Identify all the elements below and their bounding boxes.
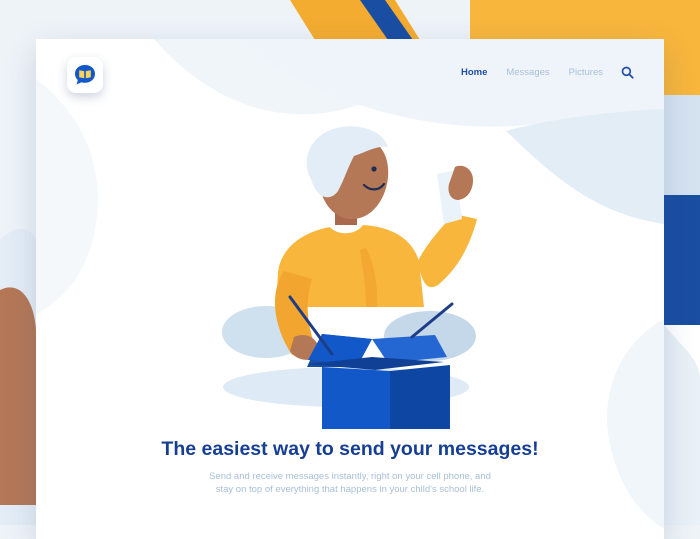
app-logo[interactable] bbox=[67, 57, 103, 93]
hero-illustration bbox=[222, 126, 477, 429]
hero-title: The easiest way to send your messages! bbox=[161, 438, 539, 460]
top-nav: Home Messages Pictures bbox=[461, 64, 634, 80]
box-side bbox=[390, 365, 450, 429]
nav-messages[interactable]: Messages bbox=[506, 67, 549, 78]
search-button[interactable] bbox=[620, 65, 634, 79]
raised-arm bbox=[418, 214, 477, 288]
hero-subtitle: Send and receive messages instantly, rig… bbox=[209, 471, 491, 495]
nav-home[interactable]: Home bbox=[461, 67, 487, 78]
open-book-chat-bubble-icon bbox=[75, 65, 95, 85]
landing-card: Home Messages Pictures The easiest way t… bbox=[36, 39, 664, 539]
search-icon bbox=[621, 66, 634, 79]
nav-pictures[interactable]: Pictures bbox=[569, 67, 603, 78]
box-front bbox=[322, 367, 390, 429]
eye bbox=[371, 166, 377, 172]
